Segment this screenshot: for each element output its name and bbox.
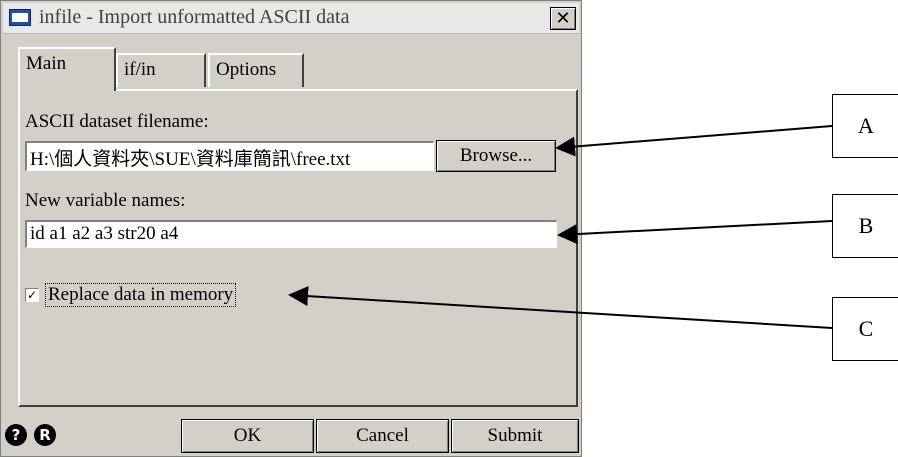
callout-a: A [832, 94, 898, 158]
filename-label: ASCII dataset filename: [25, 111, 209, 132]
close-button[interactable]: ✕ [550, 7, 576, 30]
cancel-button[interactable]: Cancel [316, 419, 449, 453]
varnames-label: New variable names: [25, 190, 186, 211]
arrow-a [555, 125, 833, 157]
replace-checkbox[interactable]: ✓ [25, 288, 39, 302]
infile-dialog: infile - Import unformatted ASCII data ✕… [0, 0, 582, 457]
tab-options[interactable]: Options [208, 53, 304, 87]
tab-main[interactable]: Main [18, 47, 116, 91]
reset-icon[interactable]: R [34, 424, 56, 446]
arrow-b [557, 220, 833, 245]
help-icon[interactable]: ? [5, 424, 27, 446]
window-title: infile - Import unformatted ASCII data [39, 6, 350, 28]
tab-if-in[interactable]: if/in [116, 53, 206, 87]
callout-b: B [832, 194, 898, 258]
varnames-field[interactable]: id a1 a2 a3 str20 a4 [25, 220, 557, 248]
callout-c: C [832, 297, 898, 361]
title-bar: infile - Import unformatted ASCII data ✕ [3, 3, 579, 34]
window-icon [9, 9, 31, 26]
ok-button[interactable]: OK [181, 419, 314, 453]
main-panel [18, 89, 578, 407]
browse-button[interactable]: Browse... [436, 140, 556, 172]
submit-button[interactable]: Submit [451, 419, 579, 453]
replace-label[interactable]: Replace data in memory [45, 283, 237, 307]
filename-field[interactable]: H:\個人資料夾\SUE\資料庫簡訊\free.txt [25, 141, 434, 171]
